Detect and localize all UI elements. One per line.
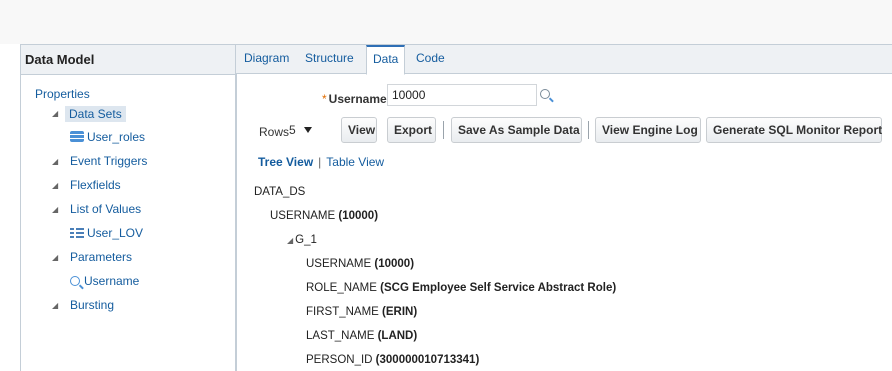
toolbar-separator [588,121,589,139]
tree-item-list-of-values[interactable]: List of Values [70,202,141,216]
required-indicator: * [322,92,327,106]
xml-tag: G_1 [295,234,317,246]
tree-item-username-param[interactable]: Username [70,274,139,288]
tree-item-label: Username [84,274,140,288]
tree-item-event-triggers[interactable]: Event Triggers [70,154,147,168]
username-input[interactable] [387,84,537,106]
view-button[interactable]: View [341,117,377,143]
xml-tag: LAST_NAME [306,330,375,342]
generate-sql-monitor-report-button[interactable]: Generate SQL Monitor Report [706,117,882,143]
xml-tag: USERNAME [306,258,372,270]
tree-item-flexfields[interactable]: Flexfields [70,178,121,192]
tree-item-label: User_roles [87,130,146,144]
xml-value: (300000010713341) [375,354,480,366]
xml-value: (LAND) [377,330,418,342]
tab-structure[interactable]: Structure [305,51,354,65]
data-model-panel: Data Model Properties ◢ Data Sets User_r… [20,44,236,371]
expanded-triangle-icon[interactable]: ◢ [52,253,58,262]
view-engine-log-button[interactable]: View Engine Log [595,117,701,143]
save-as-sample-data-button[interactable]: Save As Sample Data [451,117,582,143]
tab-code[interactable]: Code [416,51,445,65]
rows-value: 5 [289,123,296,137]
caret-down-icon [303,127,312,133]
tree-item-label: Data Sets [65,106,126,122]
tree-item-bursting[interactable]: Bursting [70,298,114,312]
expanded-triangle-icon[interactable]: ◢ [52,205,58,214]
main-panel: Diagram Structure Data Code *Username Ro… [236,44,892,371]
xml-tag: PERSON_ID [306,354,373,366]
xml-tag: USERNAME [270,210,336,222]
view-separator: | [318,155,322,169]
tree-item-label: User_LOV [87,226,144,240]
data-model-header: Data Model [21,45,235,75]
xml-value: (10000) [338,210,379,222]
tree-item-user-roles[interactable]: User_roles [70,130,145,144]
xml-tag: ROLE_NAME [306,282,377,294]
xml-value: (ERIN) [382,306,418,318]
table-view-link[interactable]: Table View [326,155,384,169]
dataset-icon [70,131,84,142]
username-label: * Username [322,92,387,106]
expanded-triangle-icon[interactable]: ◢ [52,157,58,166]
tree-view-link[interactable]: Tree View [258,155,313,169]
expanded-triangle-icon[interactable]: ◢ [287,236,293,245]
xml-root-node: DATA_DS [254,186,306,198]
tree-item-properties[interactable]: Properties [35,87,90,101]
tree-item-data-sets[interactable]: Data Sets [65,106,126,122]
data-tab-content: *Username Rows 5 View Export Save As Sam… [236,74,892,371]
xml-node: USERNAME (10000) [270,210,378,222]
tab-data[interactable]: Data [366,45,406,75]
xml-node: PERSON_ID (300000010713341) [306,354,479,366]
tree-item-parameters[interactable]: Parameters [70,250,132,264]
username-label-text: Username [328,92,387,106]
xml-group-node[interactable]: ◢ G_1 [287,234,317,246]
tree-item-user-lov[interactable]: User_LOV [70,226,143,240]
xml-node: ROLE_NAME (SCG Employee Self Service Abs… [306,282,616,294]
top-band [0,0,892,44]
xml-node: FIRST_NAME (ERIN) [306,306,417,318]
xml-node: USERNAME (10000) [306,258,414,270]
magnifier-glyph [540,89,550,99]
toolbar-separator [443,121,444,139]
magnifier-icon [70,276,80,286]
rows-label: Rows [259,125,290,139]
xml-value: (SCG Employee Self Service Abstract Role… [380,282,617,294]
expanded-triangle-icon[interactable]: ◢ [52,301,58,310]
xml-node: LAST_NAME (LAND) [306,330,417,342]
data-toolbar: Rows 5 View Export Save As Sample Data V… [237,117,892,145]
xml-tag: FIRST_NAME [306,306,379,318]
view-switcher: Tree View | Table View [258,155,384,169]
xml-value: (10000) [374,258,415,270]
expanded-triangle-icon[interactable]: ◢ [52,181,58,190]
tab-diagram[interactable]: Diagram [244,51,289,65]
tab-bar: Diagram Structure Data Code [236,44,892,75]
search-icon[interactable] [540,87,554,101]
rows-select[interactable]: 5 [289,123,312,137]
list-of-values-icon [70,227,84,239]
export-button[interactable]: Export [387,117,436,143]
expanded-triangle-icon[interactable]: ◢ [52,109,58,118]
